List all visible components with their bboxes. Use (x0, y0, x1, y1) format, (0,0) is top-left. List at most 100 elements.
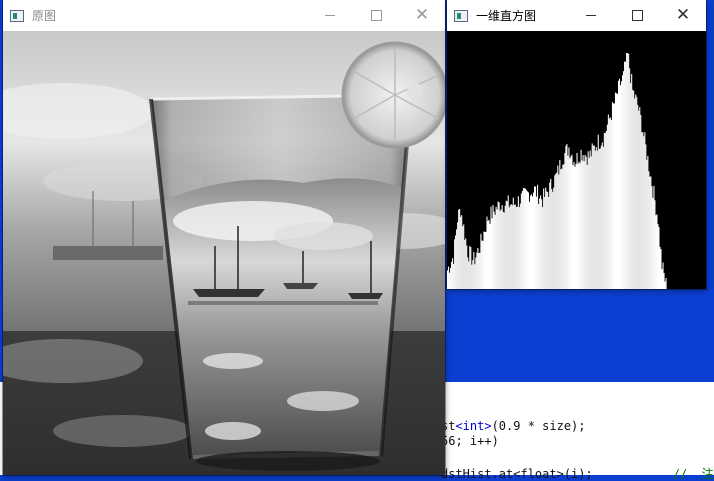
histogram-bar (655, 215, 657, 289)
histogram-bar (538, 203, 540, 289)
histogram-bar (491, 218, 493, 289)
histogram-bar (657, 224, 659, 289)
histogram-bar (564, 152, 566, 289)
code-line-1: st<int>(0.9 * size); (441, 419, 586, 433)
histogram-bar (646, 159, 648, 289)
histogram-bar (459, 208, 461, 289)
source-close-button[interactable]: ✕ (399, 0, 445, 31)
histogram-bar (583, 161, 585, 289)
histogram-bar (574, 166, 576, 289)
histogram-bar (465, 238, 467, 289)
histogram-bar (501, 204, 503, 289)
histogram-bar (631, 73, 633, 289)
histogram-bar (521, 190, 523, 289)
histogram-bar (578, 161, 580, 289)
maximize-icon (631, 10, 643, 21)
histogram-bar (505, 200, 507, 289)
histogram-bar (525, 189, 527, 289)
source-maximize-button[interactable] (353, 0, 399, 31)
histogram-bar (627, 53, 629, 289)
histogram-bar (484, 232, 486, 289)
histogram-bar (664, 281, 666, 289)
histogram-bar (514, 204, 516, 289)
histogram-bar (498, 202, 500, 289)
histogram-bar (458, 209, 460, 289)
histogram-bar (661, 269, 663, 289)
histogram-bar (645, 144, 647, 289)
histogram-bar (621, 81, 623, 289)
histogram-bar (454, 239, 456, 289)
histogram-bar (542, 207, 544, 289)
histogram-bar (643, 136, 645, 289)
histogram-bar (638, 110, 640, 289)
histogram-bar (537, 184, 539, 289)
histogram-bar (549, 182, 551, 289)
histogram-bar (569, 158, 571, 289)
histogram-bar (527, 192, 529, 289)
histogram-window-title: 一维直方图 (476, 9, 537, 23)
histogram-bar (463, 224, 465, 289)
histogram-bar (648, 171, 650, 289)
histogram-bar (550, 178, 552, 289)
histogram-plot-area (447, 31, 706, 289)
histogram-bar (589, 150, 591, 289)
histogram-bar (449, 272, 451, 289)
histogram-bar (598, 148, 600, 289)
histogram-bar (540, 195, 542, 289)
minimize-icon (325, 15, 335, 16)
close-icon: ✕ (414, 5, 430, 25)
histogram-bar (612, 103, 614, 289)
histogram-close-button[interactable]: ✕ (660, 0, 706, 31)
histogram-bar (597, 134, 599, 289)
histogram-bar (610, 119, 612, 289)
histogram-bar (494, 214, 496, 289)
histogram-bar (570, 156, 572, 289)
histogram-bar (626, 53, 628, 289)
histogram-bar (595, 147, 597, 289)
histogram-minimize-button[interactable] (568, 0, 614, 31)
source-window-titlebar[interactable]: 原图 ✕ (3, 0, 445, 31)
histogram-bar (453, 263, 455, 289)
histogram-bar (573, 161, 575, 289)
histogram-bar (586, 164, 588, 289)
histogram-bar (557, 165, 559, 289)
histogram-bar (474, 264, 476, 289)
histogram-window-titlebar[interactable]: 一维直方图 ✕ (447, 0, 706, 31)
histogram-bar (476, 252, 478, 289)
histogram-bar (613, 103, 615, 289)
histogram-bar (635, 94, 637, 289)
histogram-bar (611, 102, 613, 289)
source-image-window[interactable]: 原图 ✕ (3, 0, 445, 475)
histogram-bar (616, 93, 619, 289)
histogram-bar (546, 191, 548, 289)
histogram-bar (623, 71, 625, 289)
histogram-bar (466, 245, 468, 289)
histogram-bar (654, 200, 656, 289)
histogram-bar (483, 231, 485, 289)
histogram-bar (558, 174, 560, 289)
histogram-bar (581, 160, 583, 289)
app-icon (454, 9, 468, 22)
histogram-bar (488, 219, 490, 289)
histogram-bar (510, 204, 512, 289)
histogram-bar (605, 130, 607, 289)
source-minimize-button[interactable] (307, 0, 353, 31)
histogram-window[interactable]: 一维直方图 ✕ (447, 0, 706, 289)
histogram-bar (582, 155, 584, 289)
histogram-bar (601, 142, 603, 289)
histogram-bar (556, 172, 558, 289)
histogram-bar (526, 191, 528, 289)
histogram-bar (548, 196, 550, 289)
histogram-bar (541, 199, 543, 289)
histogram-bar (518, 207, 520, 289)
histogram-maximize-button[interactable] (614, 0, 660, 31)
histogram-bar (496, 209, 498, 289)
histogram-bar (530, 194, 533, 289)
histogram-bar (481, 240, 483, 289)
histogram-bar (566, 144, 568, 289)
histogram-bar (602, 146, 604, 289)
histogram-bar (524, 188, 526, 289)
histogram-bar (575, 163, 577, 289)
histogram-bar (637, 104, 639, 289)
histogram-bar (508, 207, 510, 289)
